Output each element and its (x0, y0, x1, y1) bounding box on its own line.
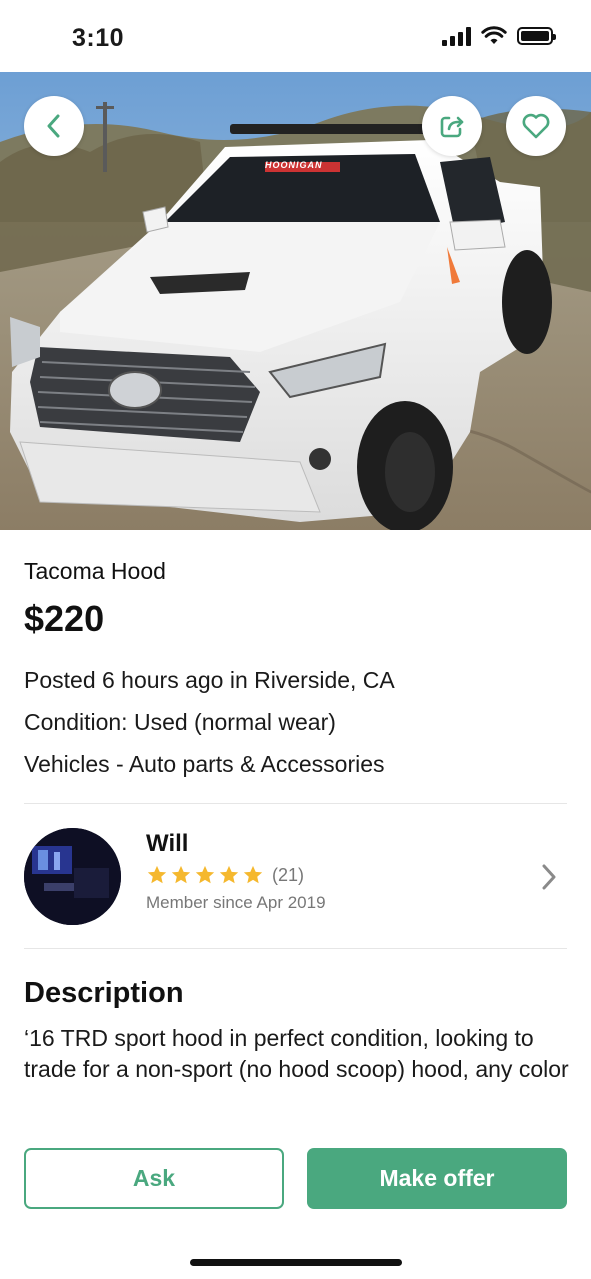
posted-info: Posted 6 hours ago in Riverside, CA (24, 667, 395, 693)
listing-price: $220 (24, 598, 105, 639)
category-info: Vehicles - Auto parts & Accessories (24, 751, 385, 777)
listing-photo[interactable]: HOONIGAN (0, 72, 591, 530)
star-icon (195, 865, 215, 884)
avatar[interactable] (24, 828, 121, 925)
back-button[interactable] (24, 96, 84, 156)
listing-title: Tacoma Hood (24, 558, 166, 584)
star-icon (147, 865, 167, 884)
heart-icon (522, 113, 550, 139)
battery-icon (517, 27, 556, 45)
status-bar: 3:10 (0, 0, 591, 72)
share-icon (440, 116, 464, 138)
rating-count: (21) (272, 864, 305, 885)
status-icons (442, 26, 556, 46)
share-button[interactable] (422, 96, 482, 156)
truck-sticker: HOONIGAN (265, 160, 323, 170)
description-body: ‘16 TRD sport hood in perfect condition,… (24, 1025, 569, 1082)
status-time: 3:10 (72, 24, 125, 52)
star-icon (243, 865, 263, 884)
favorite-button[interactable] (506, 96, 566, 156)
wifi-icon (481, 26, 507, 44)
chevron-right-icon[interactable] (536, 860, 562, 894)
condition-info: Condition: Used (normal wear) (24, 709, 336, 735)
home-indicator[interactable] (190, 1259, 402, 1266)
member-since: Member since Apr 2019 (146, 893, 326, 912)
cellular-signal-icon (442, 26, 471, 46)
seller-name: Will (146, 830, 189, 857)
seller-profile-row[interactable]: Will (21) Member since Apr 2019 (0, 804, 591, 948)
avatar-image (24, 828, 121, 925)
truck-photo-image (0, 72, 591, 530)
star-icon (219, 865, 239, 884)
divider (24, 948, 567, 949)
make-offer-button[interactable]: Make offer (307, 1148, 567, 1209)
ask-button[interactable]: Ask (24, 1148, 284, 1209)
star-icon (171, 865, 191, 884)
seller-rating: (21) (146, 864, 304, 886)
description-heading: Description (24, 977, 184, 1009)
chevron-left-icon (47, 114, 60, 138)
